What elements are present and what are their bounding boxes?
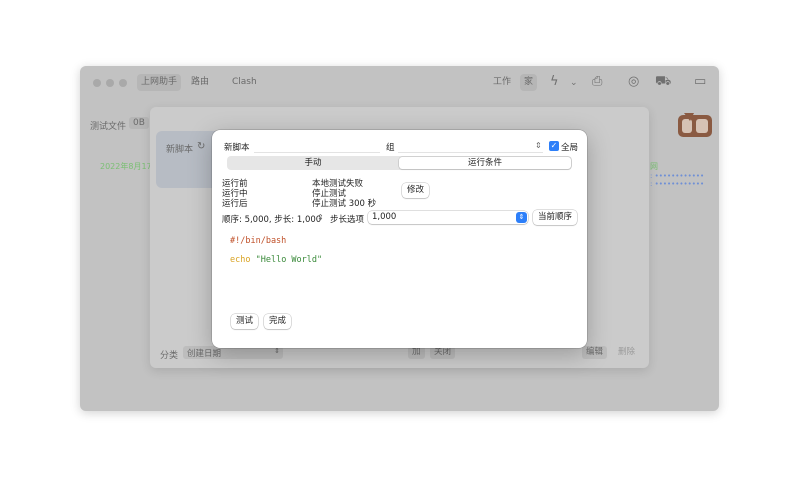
printer-icon[interactable]: ⎙ — [592, 74, 602, 90]
tab-run-conditions[interactable]: 运行条件 — [399, 157, 571, 169]
test-button[interactable]: 测试 — [231, 314, 259, 329]
order-step-text: 顺序: 5,000, 步长: 1,000 — [222, 215, 322, 225]
work-mode-button[interactable]: 工作 — [489, 74, 515, 91]
global-checkbox[interactable]: ✓ — [549, 141, 559, 151]
mode-segmented-control: 手动 运行条件 — [227, 156, 572, 170]
tab-network-assistant[interactable]: 上网助手 — [137, 74, 182, 91]
tab-clash[interactable]: Clash — [228, 74, 261, 91]
dotted-line-2: : •••••••••••• — [650, 180, 705, 188]
delete-button[interactable]: 删除 — [614, 346, 639, 359]
condition-after-value: 停止测试 300 秒 — [312, 199, 377, 209]
test-file-label: 测试文件 — [90, 122, 127, 132]
sidebar-toggle-icon[interactable]: ▭ — [694, 74, 706, 90]
group-label: 组 — [386, 143, 395, 153]
app-logo-icon — [678, 113, 712, 137]
updown-chevron-icon: ⇕ — [274, 347, 280, 355]
group-select[interactable] — [398, 140, 543, 153]
category-label: 分类 — [160, 351, 179, 361]
code-line-echo[interactable]: echo "Hello World" — [230, 247, 322, 265]
tab-manual[interactable]: 手动 — [228, 157, 398, 169]
title-bar: 上网助手 路由 Clash 工作 家 ϟ ⌄ ⎙ ◎ ⛟ ▭ — [80, 66, 719, 100]
lightning-icon[interactable]: ϟ — [550, 74, 559, 90]
refresh-icon[interactable]: ↻ — [197, 141, 205, 152]
global-label: 全局 — [561, 143, 579, 153]
code-line-shebang[interactable]: #!/bin/bash — [230, 236, 286, 246]
chevron-down-icon[interactable]: ⌄ — [570, 75, 578, 91]
status-text: 网 — [650, 162, 658, 171]
step-options-popup[interactable]: 1,000 ⇕ — [368, 211, 528, 224]
updown-chevron-icon: ⇕ — [535, 141, 542, 150]
script-name-label: 新脚本 — [224, 143, 250, 153]
step-options-value: 1,000 — [372, 212, 397, 222]
condition-after-label: 运行后 — [222, 199, 248, 209]
script-card-title: 新脚本 — [166, 145, 194, 155]
code-string: "Hello World" — [255, 255, 323, 265]
cart-icon[interactable]: ⛟ — [655, 74, 671, 90]
close-window-button[interactable] — [93, 79, 101, 87]
zoom-window-button[interactable] — [119, 79, 127, 87]
location-arrow-icon[interactable]: ◎ — [628, 74, 639, 90]
code-keyword: echo — [230, 255, 251, 265]
minimize-window-button[interactable] — [106, 79, 114, 87]
updown-chevron-icon: ⇕ — [516, 212, 527, 223]
script-name-input[interactable] — [254, 140, 380, 153]
order-stepper[interactable]: ⇕ — [317, 213, 324, 222]
current-order-button[interactable]: 当前顺序 — [533, 210, 578, 225]
modify-button[interactable]: 修改 — [402, 183, 430, 198]
dotted-line-1: : •••••••••••• — [650, 172, 705, 180]
tab-router[interactable]: 路由 — [187, 74, 213, 91]
done-button[interactable]: 完成 — [264, 314, 292, 329]
edit-button[interactable]: 编辑 — [582, 346, 608, 359]
sort-select-value: 创建日期 — [187, 349, 222, 359]
step-options-label: 步长选项 — [330, 215, 365, 225]
file-size-value: 0B — [129, 117, 149, 129]
home-mode-button[interactable]: 家 — [520, 74, 538, 91]
